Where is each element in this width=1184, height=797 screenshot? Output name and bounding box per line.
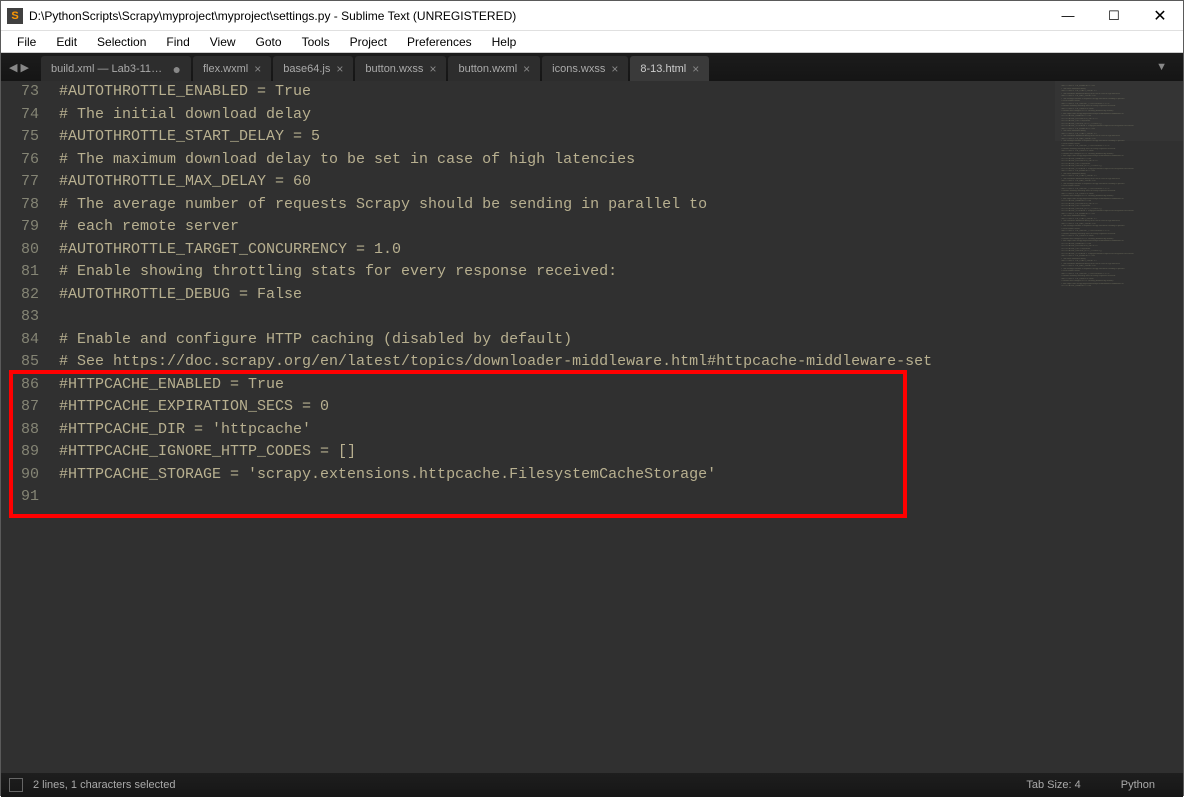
code-line[interactable]: # The initial download delay bbox=[59, 104, 1055, 127]
tab-dirty-icon[interactable]: ● bbox=[173, 61, 181, 77]
tab-close-icon[interactable]: × bbox=[254, 62, 261, 76]
menubar: File Edit Selection Find View Goto Tools… bbox=[1, 31, 1183, 53]
window-controls: — ☐ ✕ bbox=[1045, 1, 1183, 31]
tab-4[interactable]: button.wxml × bbox=[448, 56, 540, 81]
tab-3[interactable]: button.wxss × bbox=[355, 56, 446, 81]
code-line[interactable]: # The average number of requests Scrapy … bbox=[59, 194, 1055, 217]
line-number: 81 bbox=[1, 261, 39, 284]
line-number: 74 bbox=[1, 104, 39, 127]
menu-preferences[interactable]: Preferences bbox=[399, 33, 480, 51]
line-number: 75 bbox=[1, 126, 39, 149]
menu-help[interactable]: Help bbox=[484, 33, 525, 51]
tab-6[interactable]: 8-13.html × bbox=[630, 56, 709, 81]
line-number: 84 bbox=[1, 329, 39, 352]
line-number: 76 bbox=[1, 149, 39, 172]
line-number: 78 bbox=[1, 194, 39, 217]
code-line[interactable]: #HTTPCACHE_IGNORE_HTTP_CODES = [] bbox=[59, 441, 1055, 464]
status-syntax[interactable]: Python bbox=[1121, 779, 1155, 791]
tabbar: ◀ ▶ build.xml — Lab3-1160300607 ● flex.wxm… bbox=[1, 53, 1183, 81]
code-line[interactable]: #HTTPCACHE_STORAGE = 'scrapy.extensions.… bbox=[59, 464, 1055, 487]
code-line[interactable]: #AUTOTHROTTLE_TARGET_CONCURRENCY = 1.0 bbox=[59, 239, 1055, 262]
app-icon: S bbox=[7, 8, 23, 24]
status-icon[interactable] bbox=[9, 778, 23, 792]
tab-close-icon[interactable]: × bbox=[429, 62, 436, 76]
code-line[interactable]: #HTTPCACHE_EXPIRATION_SECS = 0 bbox=[59, 396, 1055, 419]
titlebar: S D:\PythonScripts\Scrapy\myproject\mypr… bbox=[1, 1, 1183, 31]
code-line[interactable]: # Enable showing throttling stats for ev… bbox=[59, 261, 1055, 284]
tab-menu-icon[interactable]: ▼ bbox=[1148, 53, 1175, 81]
code-line[interactable]: #HTTPCACHE_DIR = 'httpcache' bbox=[59, 419, 1055, 442]
code-pane[interactable]: 73747576777879808182838485868788899091 #… bbox=[1, 81, 1055, 773]
code-line[interactable]: # each remote server bbox=[59, 216, 1055, 239]
tab-nav-arrows[interactable]: ◀ ▶ bbox=[9, 53, 41, 81]
minimap[interactable]: #AUTOTHROTTLE_ENABLED = True# The initia… bbox=[1055, 81, 1183, 773]
menu-goto[interactable]: Goto bbox=[248, 33, 290, 51]
tab-5[interactable]: icons.wxss × bbox=[542, 56, 628, 81]
line-number: 86 bbox=[1, 374, 39, 397]
tab-label: 8-13.html bbox=[640, 63, 686, 75]
tab-label: button.wxss bbox=[365, 63, 423, 75]
tab-close-icon[interactable]: × bbox=[523, 62, 530, 76]
line-number: 79 bbox=[1, 216, 39, 239]
code-line[interactable]: # Enable and configure HTTP caching (dis… bbox=[59, 329, 1055, 352]
menu-project[interactable]: Project bbox=[342, 33, 395, 51]
tab-close-icon[interactable]: × bbox=[336, 62, 343, 76]
code-line[interactable]: #AUTOTHROTTLE_START_DELAY = 5 bbox=[59, 126, 1055, 149]
window-title: D:\PythonScripts\Scrapy\myproject\myproj… bbox=[29, 9, 1045, 23]
code-content[interactable]: #AUTOTHROTTLE_ENABLED = True# The initia… bbox=[49, 81, 1055, 773]
line-number: 73 bbox=[1, 81, 39, 104]
tab-label: flex.wxml bbox=[203, 63, 248, 75]
tab-1[interactable]: flex.wxml × bbox=[193, 56, 271, 81]
line-number: 83 bbox=[1, 306, 39, 329]
menu-file[interactable]: File bbox=[9, 33, 44, 51]
status-tabsize[interactable]: Tab Size: 4 bbox=[1026, 779, 1080, 791]
tab-0[interactable]: build.xml — Lab3-1160300607 ● bbox=[41, 56, 191, 81]
minimize-button[interactable]: — bbox=[1045, 1, 1091, 31]
line-gutter: 73747576777879808182838485868788899091 bbox=[1, 81, 49, 773]
maximize-button[interactable]: ☐ bbox=[1091, 1, 1137, 31]
status-selection: 2 lines, 1 characters selected bbox=[33, 779, 1026, 791]
line-number: 82 bbox=[1, 284, 39, 307]
code-line[interactable]: #AUTOTHROTTLE_DEBUG = False bbox=[59, 284, 1055, 307]
tab-close-icon[interactable]: × bbox=[692, 62, 699, 76]
editor-area: 73747576777879808182838485868788899091 #… bbox=[1, 81, 1183, 773]
code-line[interactable]: # The maximum download delay to be set i… bbox=[59, 149, 1055, 172]
menu-tools[interactable]: Tools bbox=[294, 33, 338, 51]
close-button[interactable]: ✕ bbox=[1137, 1, 1183, 31]
code-line[interactable] bbox=[59, 486, 1055, 509]
menu-view[interactable]: View bbox=[202, 33, 244, 51]
statusbar: 2 lines, 1 characters selected Tab Size:… bbox=[1, 773, 1183, 797]
menu-find[interactable]: Find bbox=[158, 33, 197, 51]
tab-close-icon[interactable]: × bbox=[611, 62, 618, 76]
tab-label: build.xml — Lab3-1160300607 bbox=[51, 63, 167, 75]
code-line[interactable] bbox=[59, 306, 1055, 329]
minimap-viewport[interactable] bbox=[1055, 81, 1183, 141]
tab-label: icons.wxss bbox=[552, 63, 605, 75]
code-line[interactable]: # See https://doc.scrapy.org/en/latest/t… bbox=[59, 351, 1055, 374]
menu-edit[interactable]: Edit bbox=[48, 33, 85, 51]
tab-2[interactable]: base64.js × bbox=[273, 56, 353, 81]
menu-selection[interactable]: Selection bbox=[89, 33, 154, 51]
code-line[interactable]: #AUTOTHROTTLE_ENABLED = True bbox=[59, 81, 1055, 104]
code-line[interactable]: #AUTOTHROTTLE_MAX_DELAY = 60 bbox=[59, 171, 1055, 194]
line-number: 87 bbox=[1, 396, 39, 419]
line-number: 89 bbox=[1, 441, 39, 464]
tab-label: base64.js bbox=[283, 63, 330, 75]
line-number: 88 bbox=[1, 419, 39, 442]
tab-label: button.wxml bbox=[458, 63, 517, 75]
line-number: 77 bbox=[1, 171, 39, 194]
line-number: 85 bbox=[1, 351, 39, 374]
line-number: 90 bbox=[1, 464, 39, 487]
line-number: 91 bbox=[1, 486, 39, 509]
code-line[interactable]: #HTTPCACHE_ENABLED = True bbox=[59, 374, 1055, 397]
line-number: 80 bbox=[1, 239, 39, 262]
